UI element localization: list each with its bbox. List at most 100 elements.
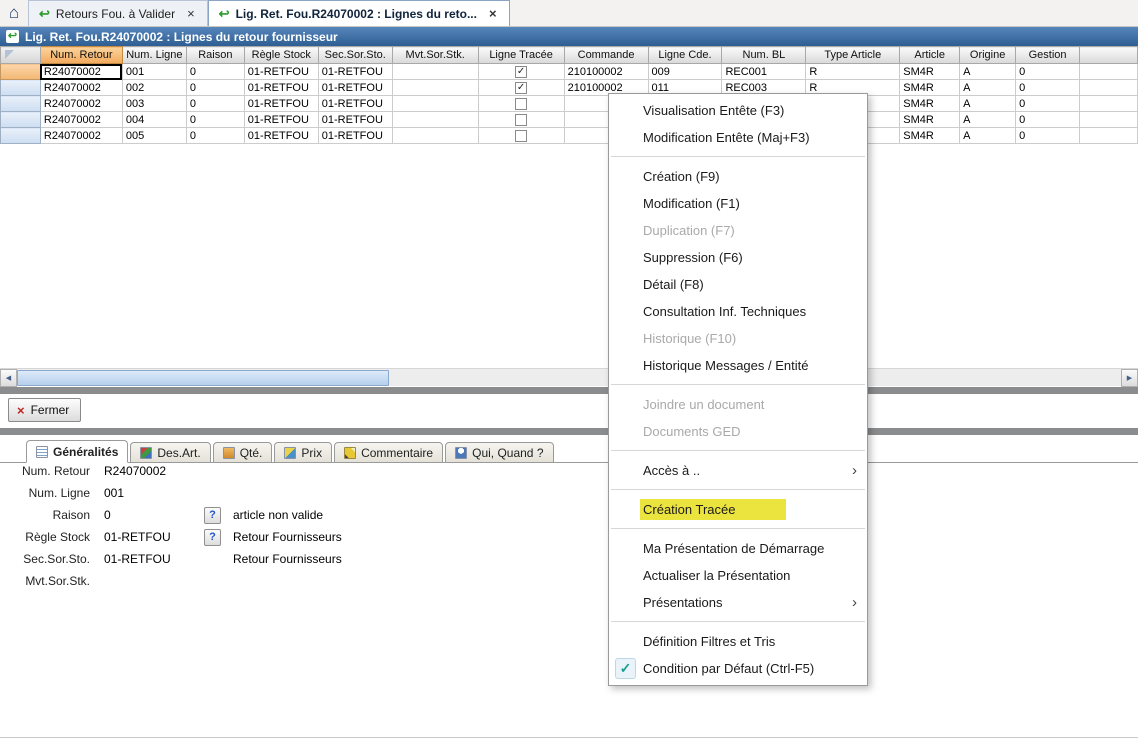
select-all-corner[interactable]: [1, 47, 41, 64]
menu-item-définition-filtres-et-tris[interactable]: Définition Filtres et Tris: [609, 628, 867, 655]
cell-raison[interactable]: 0: [186, 80, 244, 96]
cell-mvt_sor_stk[interactable]: [392, 64, 478, 80]
cell-sec_sor_sto[interactable]: 01-RETFOU: [318, 64, 392, 80]
scroll-left-button[interactable]: ◀: [0, 369, 17, 387]
cell-num_retour[interactable]: R24070002: [40, 96, 122, 112]
cell-sec_sor_sto[interactable]: 01-RETFOU: [318, 80, 392, 96]
window-tab-lig-ret-fou-r24070002-lignes-du-reto[interactable]: ↩Lig. Ret. Fou.R24070002 : Lignes du ret…: [208, 0, 510, 26]
menu-item-présentations[interactable]: Présentations›: [609, 589, 867, 616]
ligne-tracee-checkbox[interactable]: [515, 130, 527, 142]
ligne-tracee-checkbox[interactable]: [515, 98, 527, 110]
column-header-ligne_tracee[interactable]: Ligne Tracée: [478, 47, 564, 64]
column-header-gestion[interactable]: Gestion: [1016, 47, 1080, 64]
help-button[interactable]: ?: [204, 507, 221, 524]
column-header-num_bl[interactable]: Num. BL: [722, 47, 806, 64]
cell-article[interactable]: SM4R: [900, 96, 960, 112]
cell-regle_stock[interactable]: 01-RETFOU: [244, 128, 318, 144]
close-tab-icon[interactable]: ×: [487, 6, 499, 21]
cell-mvt_sor_stk[interactable]: [392, 112, 478, 128]
menu-item-ma-présentation-de-démarrage[interactable]: Ma Présentation de Démarrage: [609, 535, 867, 562]
cell-article[interactable]: SM4R: [900, 128, 960, 144]
menu-item-consultation-inf-techniques[interactable]: Consultation Inf. Techniques: [609, 298, 867, 325]
cell-ligne_tracee[interactable]: [478, 96, 564, 112]
ligne-tracee-checkbox[interactable]: ✓: [515, 66, 527, 78]
cell-article[interactable]: SM4R: [900, 64, 960, 80]
splitter-bar-top[interactable]: [0, 387, 1138, 394]
menu-item-création-tracée[interactable]: Création Tracée: [609, 496, 867, 523]
cell-ligne_tracee[interactable]: [478, 112, 564, 128]
row-header[interactable]: [1, 96, 41, 112]
cell-raison[interactable]: 0: [186, 112, 244, 128]
horizontal-scrollbar[interactable]: ◀ ▶: [0, 368, 1138, 386]
row-header[interactable]: [1, 80, 41, 96]
column-header-num_ligne[interactable]: Num. Ligne: [122, 47, 186, 64]
cell-origine[interactable]: A: [960, 64, 1016, 80]
cell-ligne_tracee[interactable]: ✓: [478, 64, 564, 80]
column-header-type_article[interactable]: Type Article: [806, 47, 900, 64]
column-header-raison[interactable]: Raison: [186, 47, 244, 64]
cell-regle_stock[interactable]: 01-RETFOU: [244, 64, 318, 80]
cell-article[interactable]: SM4R: [900, 80, 960, 96]
cell-origine[interactable]: A: [960, 96, 1016, 112]
column-header-ligne_cde[interactable]: Ligne Cde.: [648, 47, 722, 64]
fermer-button[interactable]: × Fermer: [8, 398, 81, 422]
column-header-regle_stock[interactable]: Règle Stock: [244, 47, 318, 64]
ligne-tracee-checkbox[interactable]: [515, 114, 527, 126]
cell-num_bl[interactable]: REC001: [722, 64, 806, 80]
cell-sec_sor_sto[interactable]: 01-RETFOU: [318, 112, 392, 128]
cell-regle_stock[interactable]: 01-RETFOU: [244, 96, 318, 112]
menu-item-modification-entête-maj-f3[interactable]: Modification Entête (Maj+F3): [609, 124, 867, 151]
cell-raison[interactable]: 0: [186, 128, 244, 144]
row-header[interactable]: [1, 112, 41, 128]
column-header-mvt_sor_stk[interactable]: Mvt.Sor.Stk.: [392, 47, 478, 64]
cell-ligne_tracee[interactable]: ✓: [478, 80, 564, 96]
cell-num_retour[interactable]: R24070002: [40, 112, 122, 128]
cell-ligne_cde[interactable]: 009: [648, 64, 722, 80]
cell-origine[interactable]: A: [960, 128, 1016, 144]
menu-item-création-f9[interactable]: Création (F9): [609, 163, 867, 190]
cell-gestion[interactable]: 0: [1016, 64, 1080, 80]
column-header-origine[interactable]: Origine: [960, 47, 1016, 64]
window-tab-retours-fou-à-valider[interactable]: ↩Retours Fou. à Valider×: [28, 0, 208, 26]
scrollbar-thumb[interactable]: [17, 370, 389, 386]
help-button[interactable]: ?: [204, 529, 221, 546]
menu-item-suppression-f6[interactable]: Suppression (F6): [609, 244, 867, 271]
cell-num_ligne[interactable]: 001: [122, 64, 186, 80]
cell-commande[interactable]: 210100002: [564, 64, 648, 80]
column-header-article[interactable]: Article: [900, 47, 960, 64]
menu-item-condition-par-défaut-ctrl-f5[interactable]: ✓Condition par Défaut (Ctrl-F5): [609, 655, 867, 682]
cell-regle_stock[interactable]: 01-RETFOU: [244, 80, 318, 96]
cell-mvt_sor_stk[interactable]: [392, 80, 478, 96]
cell-gestion[interactable]: 0: [1016, 96, 1080, 112]
splitter-bar-bottom[interactable]: [0, 428, 1138, 435]
cell-mvt_sor_stk[interactable]: [392, 128, 478, 144]
cell-regle_stock[interactable]: 01-RETFOU: [244, 112, 318, 128]
menu-item-modification-f1[interactable]: Modification (F1): [609, 190, 867, 217]
cell-sec_sor_sto[interactable]: 01-RETFOU: [318, 128, 392, 144]
cell-type_article[interactable]: R: [806, 64, 900, 80]
ligne-tracee-checkbox[interactable]: ✓: [515, 82, 527, 94]
cell-gestion[interactable]: 0: [1016, 128, 1080, 144]
cell-num_ligne[interactable]: 003: [122, 96, 186, 112]
cell-sec_sor_sto[interactable]: 01-RETFOU: [318, 96, 392, 112]
cell-num_retour[interactable]: R24070002: [40, 80, 122, 96]
cell-gestion[interactable]: 0: [1016, 80, 1080, 96]
cell-ligne_tracee[interactable]: [478, 128, 564, 144]
row-header[interactable]: [1, 128, 41, 144]
cell-num_ligne[interactable]: 004: [122, 112, 186, 128]
cell-num_retour[interactable]: R24070002: [40, 128, 122, 144]
cell-article[interactable]: SM4R: [900, 112, 960, 128]
menu-item-actualiser-la-présentation[interactable]: Actualiser la Présentation: [609, 562, 867, 589]
row-header[interactable]: [1, 64, 41, 80]
column-header-num_retour[interactable]: Num. Retour: [40, 47, 122, 64]
menu-item-détail-f8[interactable]: Détail (F8): [609, 271, 867, 298]
scroll-right-button[interactable]: ▶: [1121, 369, 1138, 387]
menu-item-visualisation-entête-f3[interactable]: Visualisation Entête (F3): [609, 97, 867, 124]
cell-origine[interactable]: A: [960, 80, 1016, 96]
column-header-commande[interactable]: Commande: [564, 47, 648, 64]
close-tab-icon[interactable]: ×: [185, 6, 197, 21]
home-button[interactable]: ⌂: [0, 0, 28, 26]
column-header-sec_sor_sto[interactable]: Sec.Sor.Sto.: [318, 47, 392, 64]
cell-num_ligne[interactable]: 002: [122, 80, 186, 96]
menu-item-historique-messages-entité[interactable]: Historique Messages / Entité: [609, 352, 867, 379]
